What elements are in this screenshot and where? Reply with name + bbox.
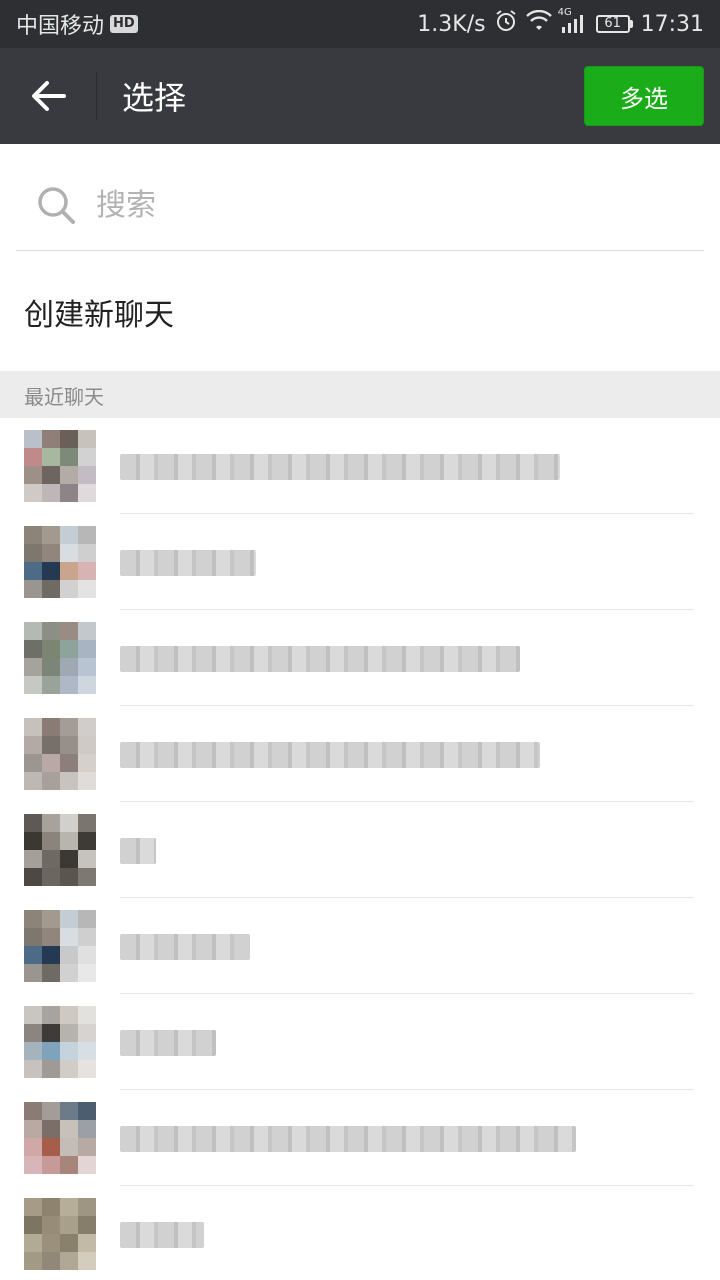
avatar <box>24 526 96 598</box>
create-new-chat[interactable]: 创建新聊天 <box>0 252 720 372</box>
search-bar[interactable] <box>16 160 704 251</box>
arrow-left-icon <box>32 81 66 111</box>
recent-chats-header: 最近聊天 <box>0 372 720 418</box>
top-bar: 选择 多选 <box>0 48 720 144</box>
net-speed: 1.3K/s <box>417 11 486 37</box>
search-input[interactable] <box>96 187 656 223</box>
chat-row[interactable] <box>0 802 720 898</box>
chat-row[interactable] <box>0 610 720 706</box>
status-right: 1.3K/s 4G 61 17:31 <box>417 7 704 39</box>
status-bar: 中国移动 HD 1.3K/s 4G 61 17:31 <box>0 0 720 48</box>
avatar <box>24 430 96 502</box>
page-title: 选择 <box>122 79 187 117</box>
chat-row[interactable] <box>0 514 720 610</box>
avatar <box>24 1102 96 1174</box>
network-type: 4G <box>557 7 572 18</box>
avatar <box>24 1198 96 1270</box>
chat-name-obscured <box>120 934 250 960</box>
wifi-icon <box>525 9 552 38</box>
avatar <box>24 718 96 790</box>
chat-name-obscured <box>120 454 560 480</box>
chat-name-obscured <box>120 838 156 864</box>
alarm-icon <box>494 9 518 39</box>
carrier-name: 中国移动 <box>16 14 105 39</box>
chat-name-obscured <box>120 742 540 768</box>
multi-select-button[interactable]: 多选 <box>584 66 704 126</box>
avatar <box>24 622 96 694</box>
battery-icon: 61 <box>595 15 633 33</box>
chat-row[interactable] <box>0 418 720 514</box>
chat-name-obscured <box>120 550 256 576</box>
back-button[interactable] <box>0 48 96 144</box>
avatar <box>24 910 96 982</box>
search-icon <box>38 187 75 224</box>
chat-row[interactable] <box>0 1186 720 1280</box>
recent-chats-list <box>0 418 720 1280</box>
avatar <box>24 1006 96 1078</box>
chat-name-obscured <box>120 1030 216 1056</box>
chat-row[interactable] <box>0 706 720 802</box>
chat-row[interactable] <box>0 994 720 1090</box>
avatar <box>24 814 96 886</box>
chat-row[interactable] <box>0 898 720 994</box>
status-left: 中国移动 HD <box>16 8 138 40</box>
chat-name-obscured <box>120 1222 204 1248</box>
signal-icon: 4G <box>558 7 588 35</box>
battery-level: 61 <box>595 15 630 33</box>
chat-name-obscured <box>120 1126 576 1152</box>
hd-badge: HD <box>110 15 138 33</box>
clock: 17:31 <box>640 11 704 37</box>
chat-name-obscured <box>120 646 520 672</box>
chat-row[interactable] <box>0 1090 720 1186</box>
title-divider <box>96 72 97 120</box>
